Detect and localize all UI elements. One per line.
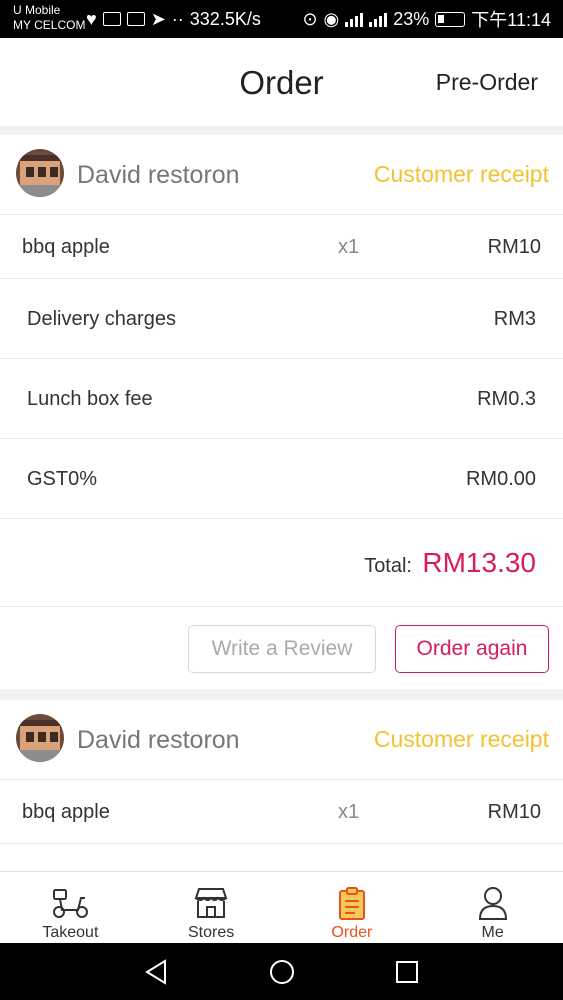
clipboard-icon	[338, 887, 365, 920]
location-icon: ⊙	[302, 8, 318, 29]
item-name: bbq apple	[22, 801, 110, 823]
tab-label: Order	[331, 924, 373, 941]
battery-percent: 23%	[393, 8, 430, 29]
fee-row-gst: GST0% RM0.00	[0, 439, 563, 519]
tab-stores[interactable]: Stores	[141, 872, 282, 943]
customer-receipt-link[interactable]: Customer receipt	[374, 161, 549, 188]
notification-news-icon	[126, 12, 145, 26]
item-price: RM10	[487, 801, 541, 823]
fee-name: Delivery charges	[27, 308, 176, 330]
eye-icon: ◉	[323, 8, 340, 29]
item-price: RM10	[487, 236, 541, 258]
heart-rate-icon: ♥	[86, 8, 97, 29]
store-name[interactable]: David restoron	[77, 161, 240, 190]
tab-me[interactable]: Me	[422, 872, 563, 943]
home-icon[interactable]	[267, 957, 297, 987]
fee-price: RM0.3	[477, 388, 536, 410]
total-label: Total:	[364, 555, 412, 577]
net-speed: 332.5K/s	[189, 8, 261, 29]
order-card-header: David restoron Customer receipt	[0, 135, 563, 215]
tab-label: Takeout	[42, 924, 99, 941]
order-card: David restoron Customer receipt bbq appl…	[0, 135, 563, 689]
more-dots-icon: ··	[171, 8, 184, 29]
signal-icon	[345, 11, 364, 27]
store-name[interactable]: David restoron	[77, 726, 240, 755]
fee-row-lunch-box: Lunch box fee RM0.3	[0, 359, 563, 439]
system-nav-bar	[0, 943, 563, 1000]
item-name: bbq apple	[22, 236, 110, 258]
status-system-icons: ⊙ ◉ 23% 下午11:14	[302, 8, 551, 31]
recent-apps-icon[interactable]	[392, 957, 422, 987]
pre-order-button[interactable]: Pre-Order	[436, 69, 538, 96]
tab-takeout[interactable]: Takeout	[0, 872, 141, 943]
order-again-button[interactable]: Order again	[395, 625, 549, 673]
fee-price: RM3	[493, 308, 536, 330]
item-quantity: x1	[338, 801, 360, 823]
order-total-row: Total: RM13.30	[0, 519, 563, 607]
store-avatar[interactable]	[16, 714, 64, 762]
back-icon[interactable]	[141, 957, 171, 987]
fee-name: GST0%	[27, 468, 98, 490]
carrier-primary: U Mobile	[13, 3, 61, 17]
status-notification-icons: ♥ ➤ ·· 332.5K/s	[86, 8, 261, 30]
fee-name: Lunch box fee	[27, 388, 153, 410]
clock: 下午11:14	[471, 10, 551, 30]
scooter-icon	[53, 889, 89, 918]
navigation-arrow-icon: ➤	[150, 8, 166, 29]
order-item-row: bbq apple x1 RM10	[0, 215, 563, 279]
notification-app-icon	[102, 12, 121, 26]
order-card-header: David restoron Customer receipt	[0, 700, 563, 780]
total-amount: RM13.30	[422, 547, 536, 578]
tab-label: Me	[481, 924, 504, 941]
customer-receipt-link[interactable]: Customer receipt	[374, 726, 549, 753]
carrier-info: U Mobile MY CELCOM	[13, 3, 85, 33]
tab-label: Stores	[188, 924, 235, 941]
write-review-button[interactable]: Write a Review	[188, 625, 376, 673]
battery-icon	[435, 11, 466, 27]
status-bar: U Mobile MY CELCOM ♥ ➤ ·· 332.5K/s ⊙ ◉ 2…	[0, 0, 563, 38]
bottom-tab-bar: Takeout Stores Order Me	[0, 871, 563, 943]
signal-icon-2	[369, 11, 388, 27]
order-item-row: bbq apple x1 RM10	[0, 780, 563, 844]
app-screen: Order Pre-Order David restoron Customer …	[0, 38, 563, 943]
fee-price: RM0.00	[465, 468, 536, 490]
store-avatar[interactable]	[16, 149, 64, 197]
fee-row-delivery: Delivery charges RM3	[0, 279, 563, 359]
store-icon	[194, 888, 228, 918]
order-actions: Write a Review Order again	[0, 607, 563, 689]
tab-order[interactable]: Order	[282, 872, 423, 943]
carrier-secondary: MY CELCOM	[13, 18, 86, 32]
item-quantity: x1	[338, 236, 360, 258]
person-icon	[478, 887, 507, 920]
page-header: Order Pre-Order	[0, 38, 563, 126]
order-card: David restoron Customer receipt bbq appl…	[0, 700, 563, 875]
